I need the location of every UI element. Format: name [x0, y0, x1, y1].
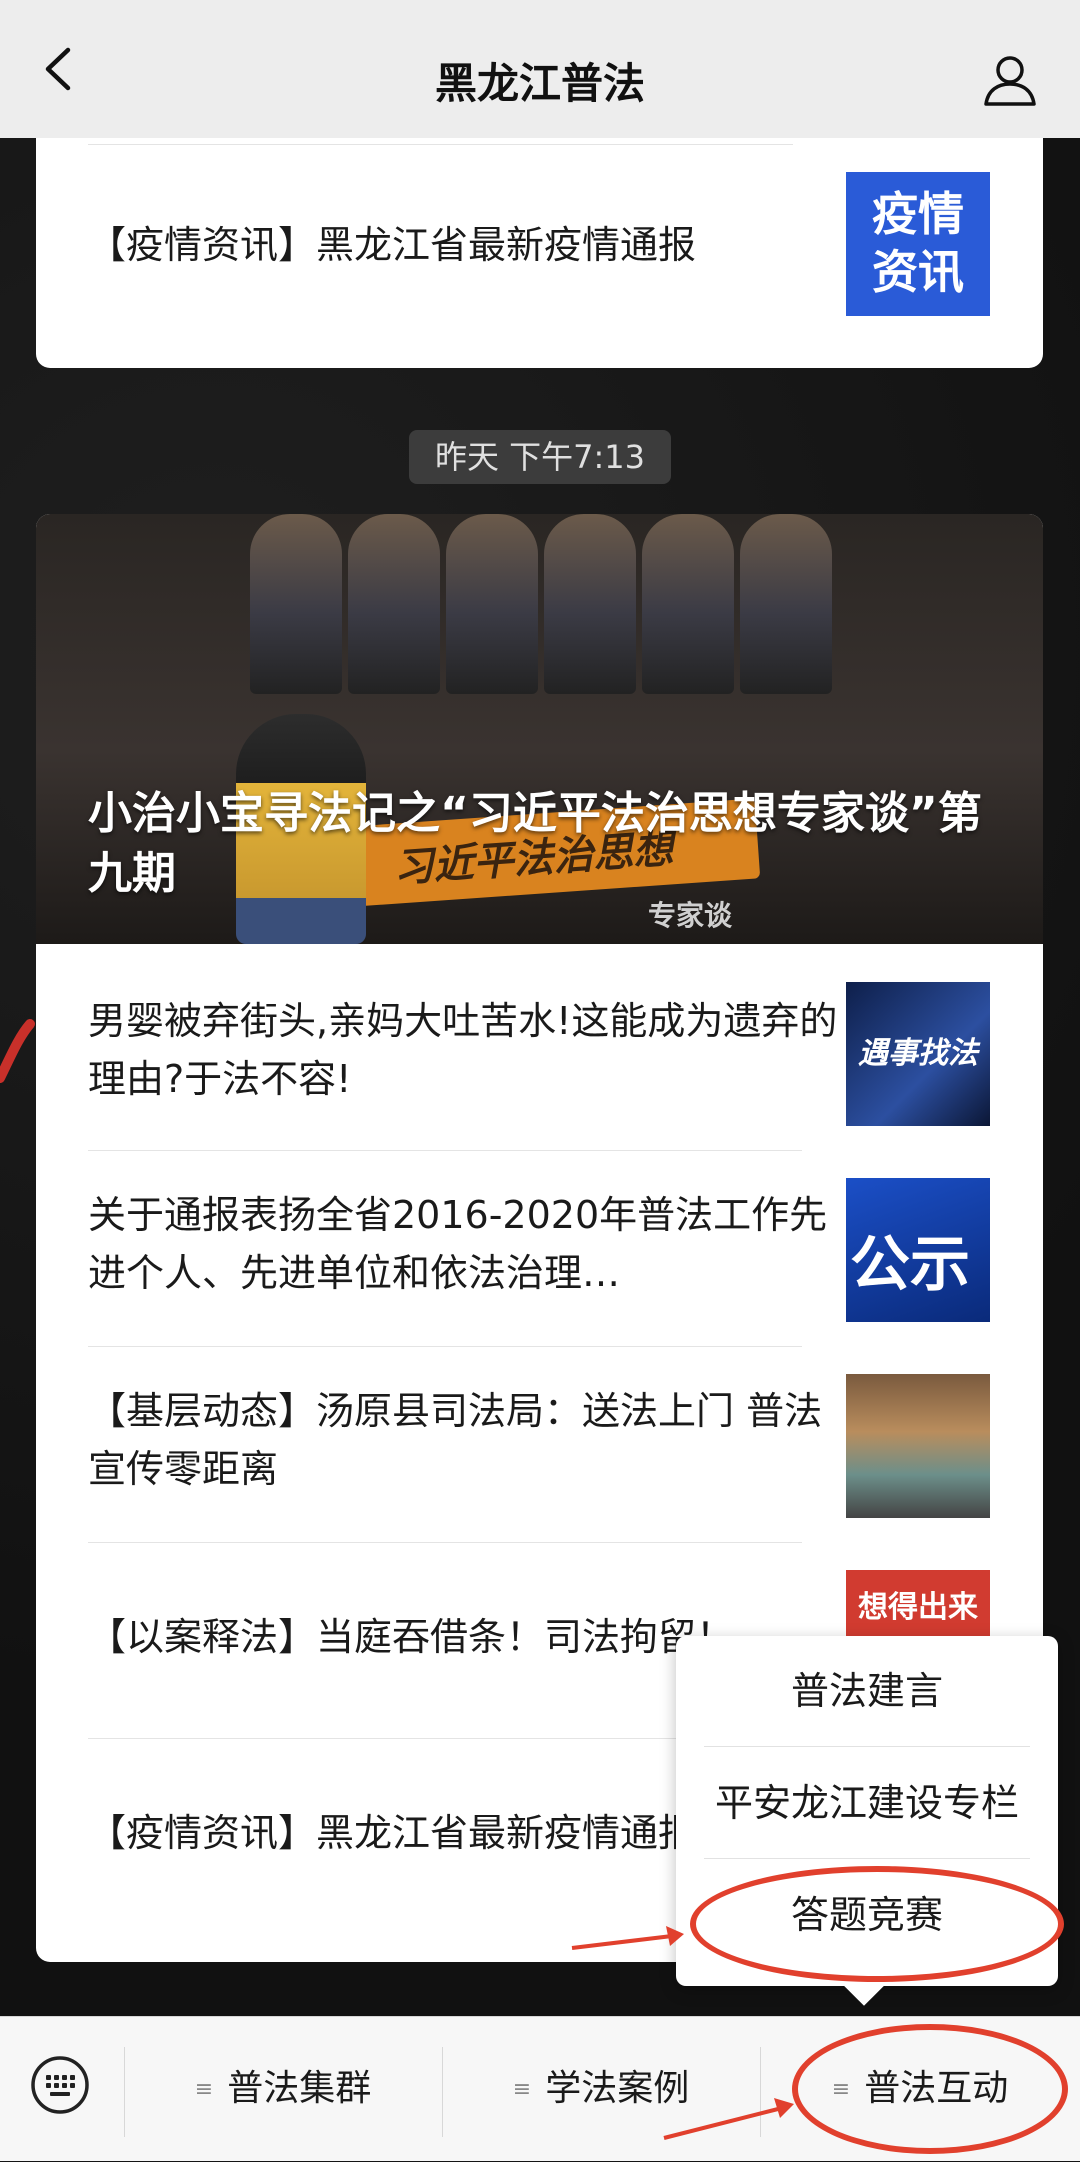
menu-lines-icon: ≡: [194, 2077, 214, 2102]
page-title: 黑龙江普法: [434, 59, 645, 108]
menu-lines-icon: ≡: [512, 2077, 532, 2102]
divider: [704, 1858, 1030, 1859]
highlight-circle: [792, 2024, 1068, 2154]
profile-icon[interactable]: [982, 52, 1038, 108]
divider: [88, 1150, 802, 1151]
article-thumbnail[interactable]: 公示: [846, 1178, 990, 1322]
decoration-mark: [0, 1019, 35, 1083]
tab-pufa-cluster[interactable]: ≡ 普法集群: [124, 2017, 442, 2161]
thumb-label-2: 资讯: [872, 245, 964, 299]
thumb-label: 遇事找法: [858, 1036, 978, 1071]
article-thumbnail[interactable]: 疫情 资讯: [846, 172, 990, 316]
divider: [88, 1542, 802, 1543]
hero-figure: [446, 514, 538, 694]
annotation-arrow-icon: [663, 2098, 794, 2140]
hero-figure: [250, 514, 342, 694]
article-title[interactable]: 【疫情资讯】黑龙江省最新疫情通报: [88, 216, 848, 274]
thumb-label-1: 疫情: [872, 187, 964, 241]
hero-title: 小治小宝寻法记之“习近平法治思想专家谈”第九期: [88, 788, 982, 899]
divider: [88, 144, 793, 145]
article-card-previous: 【疫情资讯】黑龙江省最新疫情通报 疫情 资讯: [36, 100, 1043, 368]
article-title[interactable]: 男婴被弃街头,亲妈大吐苦水!这能成为遗弃的理由?于法不容!: [88, 992, 848, 1108]
tab-label: 普法集群: [227, 2068, 372, 2109]
keyboard-icon[interactable]: [30, 2055, 90, 2115]
thumb-label: 想得出来: [858, 1590, 978, 1625]
message-timestamp: 昨天 下午7:13: [409, 430, 671, 484]
hero-figure: [642, 514, 734, 694]
divider: [704, 1746, 1030, 1747]
hero-figure: [348, 514, 440, 694]
article-thumbnail[interactable]: 遇事找法: [846, 982, 990, 1126]
annotation-arrow-icon: [571, 1926, 684, 1950]
article-thumbnail[interactable]: [846, 1374, 990, 1518]
divider: [88, 1346, 802, 1347]
menu-item-advice[interactable]: 普法建言: [704, 1636, 1030, 1746]
menu-item-safe-longjiang[interactable]: 平安龙江建设专栏: [704, 1748, 1030, 1858]
highlight-circle: [690, 1866, 1064, 1982]
hero-figure: [544, 514, 636, 694]
article-thumbnail[interactable]: 想得出来: [846, 1570, 990, 1640]
navigation-bar: 黑龙江普法: [0, 0, 1080, 138]
hero-article[interactable]: 习近平法治思想 专家谈 小治小宝寻法记之“习近平法治思想专家谈”第九期: [36, 514, 1043, 944]
thumb-label: 公示: [850, 1230, 970, 1300]
article-title[interactable]: 关于通报表扬全省2016-2020年普法工作先进个人、先进单位和依法治理…: [88, 1186, 848, 1302]
hero-figure: [740, 514, 832, 694]
article-title[interactable]: 【基层动态】汤原县司法局：送法上门 普法宣传零距离: [88, 1382, 848, 1498]
